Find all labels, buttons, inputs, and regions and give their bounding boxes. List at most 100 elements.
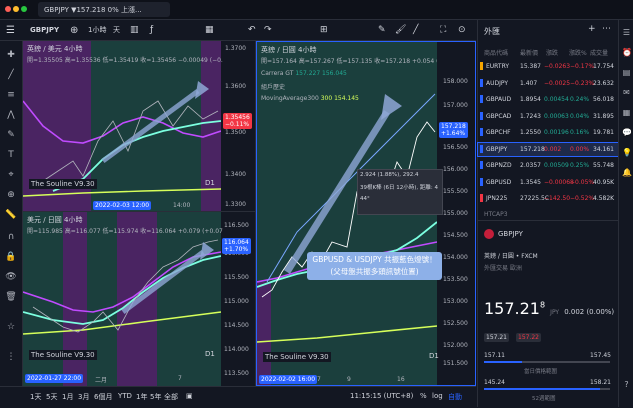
chart-pane-gbpjpy[interactable]: 英鎊 / 日圓 4小時 開=157.164 高=157.267 低=157.13… — [256, 41, 476, 386]
pane-title: 美元 / 日圓 4小時 — [27, 216, 83, 224]
symbol-search-button[interactable]: GBPJPY — [30, 23, 59, 37]
day-low: 157.11 — [484, 352, 505, 359]
trash-icon[interactable]: 🗑 — [5, 291, 17, 303]
lock-icon[interactable]: 🔒 — [5, 251, 17, 263]
tab-label: GBPJPY ▼157.218 0% 上漲... — [44, 5, 142, 14]
notifications-icon[interactable]: 🔔 — [622, 168, 632, 177]
d1-label: D1 — [205, 179, 215, 187]
watchlist-row[interactable]: GBPJPY 157.218 0.002 0.00% 34.161 — [477, 141, 620, 157]
log-toggle[interactable]: log — [432, 392, 443, 400]
brush-tool-icon[interactable]: ✎ — [5, 129, 17, 141]
eye-icon[interactable]: 👁 — [5, 271, 17, 283]
interval-day-button[interactable]: 天 — [113, 23, 120, 37]
calendar-icon[interactable]: ▣ — [186, 392, 193, 400]
close-window-dot[interactable] — [5, 6, 11, 12]
watchlist-row[interactable]: EURTRY 15.387 −0.0263 −0.17% 17.754 — [478, 60, 619, 73]
percent-toggle[interactable]: % — [420, 392, 427, 400]
magnet-icon[interactable]: ∩ — [5, 231, 17, 243]
idea-icon[interactable]: 💡 — [622, 148, 632, 157]
text-tool-icon[interactable]: T — [5, 149, 17, 161]
chat-icon[interactable]: 💬 — [622, 128, 632, 137]
clock-readout[interactable]: 11:15:15 (UTC+8) — [350, 392, 413, 400]
row-symbol: GBPNZD — [486, 162, 512, 169]
watchlist-row[interactable]: GBPNZD 2.0357 0.00509 0.25% 55.748 — [478, 159, 619, 172]
price-tick: 151.500 — [443, 360, 468, 367]
grid-icon[interactable]: ⋮ — [5, 351, 17, 363]
row-symbol: AUDJPY — [486, 79, 509, 87]
chart-type-icon[interactable]: ▥ — [130, 23, 139, 37]
row-change: 0.00196 — [544, 129, 569, 136]
watchlist-row[interactable]: GBPCHF 1.2550 0.00196 0.16% 19.781 — [478, 126, 619, 139]
watchlist-icon[interactable]: ☰ — [622, 28, 631, 37]
symbol-flag-icon — [480, 62, 483, 70]
range-3m-button[interactable]: 3月 — [78, 392, 89, 402]
measure-icon[interactable]: ⌖ — [5, 169, 17, 181]
range-5y-button[interactable]: 5年 — [150, 392, 161, 402]
row-volume: 17.754 — [593, 63, 614, 70]
news-icon[interactable]: ✉ — [622, 88, 631, 97]
fib-icon[interactable]: ≡ — [5, 89, 17, 101]
range-1m-button[interactable]: 1月 — [62, 392, 73, 402]
layout-grid-icon[interactable]: ⊞ — [320, 23, 328, 37]
indicator-label: The Souline V9.30 — [263, 352, 331, 362]
alert-icon[interactable]: ⏰ — [622, 48, 632, 57]
fullscreen-icon[interactable]: ⛶ — [440, 23, 446, 37]
zoom-icon[interactable]: ⊕ — [5, 189, 17, 201]
undo-icon[interactable]: ↶ — [248, 23, 256, 37]
watchlist-partial-row[interactable]: HTCAP3 — [478, 210, 619, 218]
chart-pane-usdjpy[interactable]: 美元 / 日圓 4小時 開=115.985 高=116.077 低=115.97… — [23, 212, 256, 386]
price-tick: 152.500 — [443, 320, 468, 327]
price-tick: 152.000 — [443, 342, 468, 349]
range-all-button[interactable]: 全部 — [164, 392, 178, 402]
range-6m-button[interactable]: 6個月 — [94, 392, 112, 402]
data-window-icon[interactable]: ▤ — [622, 68, 631, 77]
indicators-icon[interactable]: ƒ — [150, 23, 153, 37]
interval-1h-button[interactable]: 1小時 — [88, 23, 106, 37]
pattern-icon[interactable]: ⋀ — [5, 109, 17, 121]
last-price-badge: 157.218 +1.64% — [439, 122, 468, 138]
watchlist-row[interactable]: JPN225 27225.5C −142.50 −0.52% 4.582K — [478, 192, 619, 205]
line-tool-icon[interactable]: ╱ — [413, 23, 418, 37]
indicator-label: The Souline V9.30 — [29, 179, 97, 189]
auto-toggle[interactable]: 自動 — [448, 392, 462, 402]
add-symbol-icon[interactable]: ⊕ — [70, 23, 78, 37]
price-tick: 1.3700 — [225, 45, 246, 52]
range-1y-button[interactable]: 1年 — [136, 392, 147, 402]
calendar-icon[interactable]: ▦ — [622, 108, 631, 117]
row-change: 0.00063 — [544, 112, 569, 120]
brush-icon[interactable]: 🖌 — [395, 23, 406, 37]
watchlist-row[interactable]: GBPUSD 1.3545 −0.00068 −0.05% 40.95K — [478, 176, 619, 189]
menu-icon[interactable]: ☰ — [6, 23, 15, 37]
watchlist-row[interactable]: GBPCAD 1.7243 0.00063 0.04% 31.895 — [478, 110, 619, 123]
ruler-icon[interactable]: 📏 — [5, 209, 17, 221]
maximize-window-dot[interactable] — [21, 6, 27, 12]
watchlist-title[interactable]: 外匯 — [484, 26, 500, 37]
crosshair-icon[interactable]: ✚ — [5, 49, 17, 61]
row-change-pct: −0.17% — [570, 63, 595, 70]
wk-high: 158.21 — [590, 379, 611, 386]
redo-icon[interactable]: ↷ — [264, 23, 272, 37]
range-1d-button[interactable]: 1天 — [30, 392, 41, 402]
star-icon[interactable]: ☆ — [5, 321, 17, 333]
watchlist-row[interactable]: AUDJPY 1.407 −0.0025 −0.23% 23.632 — [478, 77, 619, 90]
help-icon[interactable]: ? — [622, 380, 631, 389]
symbol-flag-icon — [480, 177, 483, 186]
watchlist-row[interactable]: GBPAUD 1.8954 0.00454 0.24% 56.018 — [478, 93, 619, 106]
trendline-icon[interactable]: ╱ — [5, 69, 17, 81]
tab-gbpjpy[interactable]: GBPJPY ▼157.218 0% 上漲... — [38, 2, 170, 17]
price-tick: 1.3600 — [225, 83, 246, 90]
layout-icon[interactable]: ▦ — [205, 23, 214, 37]
chart-pane-gbpusd[interactable]: 英鎊 / 美元 4小時 開=1.35505 高=1.35536 低=1.3541… — [23, 41, 256, 212]
screenshot-icon[interactable]: ⊙ — [458, 23, 466, 37]
minimize-window-dot[interactable] — [13, 6, 19, 12]
detail-symbol[interactable]: GBPJPY — [498, 230, 523, 238]
range-ytd-button[interactable]: YTD — [118, 392, 132, 400]
detail-type: 外匯交易 歐洲 — [484, 265, 522, 272]
draw-pen-icon[interactable]: ✎ — [378, 23, 386, 37]
more-options-icon[interactable]: ⋯ — [602, 24, 611, 34]
row-volume: 34.161 — [593, 145, 614, 153]
row-change: −142.50 — [544, 195, 571, 202]
add-symbol-icon[interactable]: + — [588, 24, 596, 34]
measure-angle: 44° — [360, 196, 370, 202]
range-5d-button[interactable]: 5天 — [46, 392, 57, 402]
